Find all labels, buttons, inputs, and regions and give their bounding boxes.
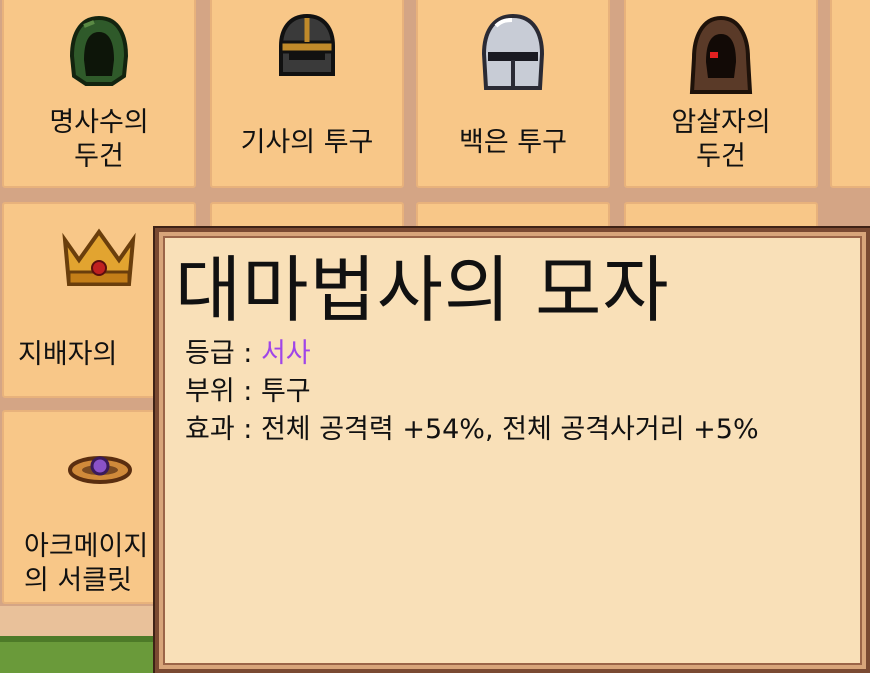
effect-value: 전체 공격력 +54%, 전체 공격사거리 +5% [260, 414, 759, 445]
dark-helmet-icon [275, 12, 339, 84]
gold-crown-icon [59, 226, 139, 296]
item-slot-silver-helmet[interactable]: 백은 투구 [416, 0, 610, 188]
item-name: 명사수의 두건 [49, 107, 149, 172]
item-name: 기사의 투구 [240, 127, 374, 158]
circlet-icon [65, 450, 135, 494]
grade-value: 서사 [260, 338, 311, 369]
item-tooltip: 대마법사의 모자 등급 : 서사 부위 : 투구 효과 : 전체 공격력 +54… [153, 226, 870, 673]
silver-helmet-icon [478, 12, 548, 100]
green-hood-icon [64, 12, 134, 92]
grade-row: 등급 : 서사 [185, 336, 311, 372]
item-slot-knight-helmet[interactable]: 기사의 투구 [210, 0, 404, 188]
brown-hood-icon [686, 12, 756, 102]
part-value: 투구 [260, 376, 311, 407]
item-slot-marksman-hood[interactable]: 명사수의 두건 [2, 0, 196, 188]
grade-label: 등급 : [185, 338, 261, 369]
effect-row: 효과 : 전체 공격력 +54%, 전체 공격사거리 +5% [185, 412, 845, 448]
part-row: 부위 : 투구 [185, 374, 311, 410]
part-label: 부위 : [185, 376, 261, 407]
item-name: 암살자의 두건 [671, 107, 771, 172]
item-slot-partial[interactable] [830, 0, 870, 188]
item-name: 백은 투구 [459, 127, 567, 158]
tooltip-title: 대마법사의 모자 [175, 248, 670, 332]
item-slot-assassin-hood[interactable]: 암살자의 두건 [624, 0, 818, 188]
effect-label: 효과 : [185, 414, 261, 445]
grass-edge [0, 636, 160, 642]
ground-strip [0, 606, 160, 673]
